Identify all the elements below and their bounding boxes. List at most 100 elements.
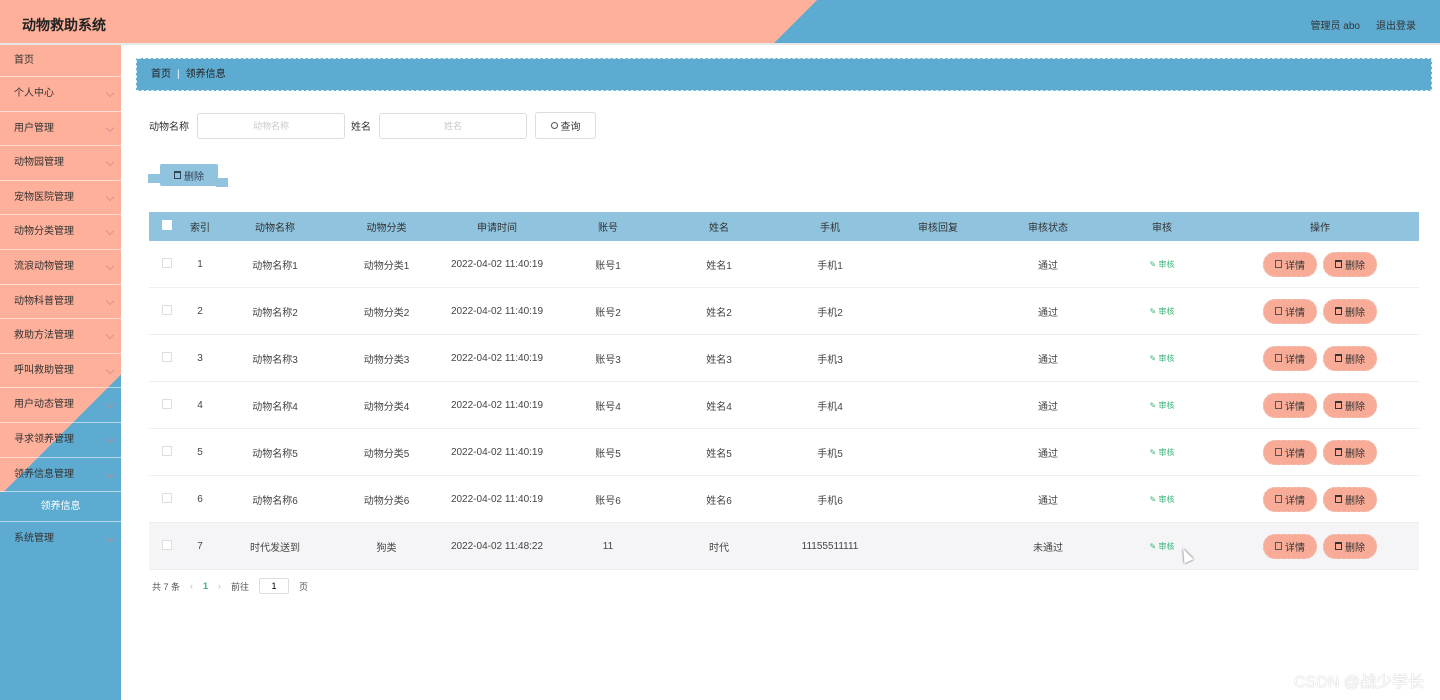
sidebar-item[interactable]: 首页 — [0, 45, 121, 77]
delete-button[interactable]: 删除 — [1323, 392, 1377, 418]
sidebar-item-label: 用户动态管理 — [14, 399, 74, 411]
delete-button[interactable]: 删除 — [1323, 439, 1377, 465]
cell-phone: 11155511111 — [801, 540, 859, 552]
cell-time: 2022-04-02 11:40:19 — [450, 493, 544, 505]
delete-button-label: 删除 — [1345, 401, 1365, 413]
delete-button[interactable]: 删除 — [1323, 251, 1377, 277]
pager-unit: 页 — [299, 581, 309, 592]
delete-button[interactable]: 删除 — [1323, 533, 1377, 559]
audit-link[interactable]: ✎ 审核 — [1150, 495, 1175, 504]
audit-link[interactable]: ✎ 审核 — [1150, 401, 1175, 410]
name-label: 姓名 — [351, 122, 371, 133]
sidebar-item[interactable]: 用户动态管理 — [0, 388, 121, 423]
sidebar-item[interactable]: 个人中心 — [0, 77, 121, 112]
cell-name: 动物名称2 — [252, 307, 298, 319]
sidebar-item-system[interactable]: 系统管理 — [0, 522, 121, 557]
select-all-checkbox[interactable] — [161, 220, 172, 230]
row-checkbox[interactable] — [161, 539, 172, 550]
cell-name: 动物名称4 — [252, 401, 298, 413]
row-checkbox[interactable] — [161, 257, 172, 268]
sidebar-item[interactable]: 领养信息管理 — [0, 458, 121, 493]
audit-link[interactable]: ✎ 审核 — [1150, 260, 1175, 269]
row-checkbox[interactable] — [161, 351, 172, 362]
document-icon — [1275, 542, 1282, 550]
row-checkbox-cell — [149, 445, 184, 459]
sidebar-item[interactable]: 动物园管理 — [0, 146, 121, 181]
row-checkbox[interactable] — [161, 398, 172, 409]
sidebar-item-label: 流浪动物管理 — [14, 260, 74, 272]
column-header: 操作 — [1310, 223, 1330, 234]
detail-button-label: 详情 — [1285, 307, 1305, 319]
sidebar-item[interactable]: 用户管理 — [0, 112, 121, 147]
trash-icon — [1335, 495, 1342, 503]
pager-current-page[interactable]: 1 — [203, 581, 208, 591]
cell-status: 通过 — [1038, 495, 1058, 507]
delete-button[interactable]: 删除 — [1323, 345, 1377, 371]
name-input[interactable] — [379, 112, 527, 139]
row-checkbox-cell — [149, 257, 184, 271]
row-checkbox[interactable] — [161, 304, 172, 315]
trash-icon — [1335, 542, 1342, 550]
detail-button-label: 详情 — [1285, 448, 1305, 460]
row-checkbox-cell — [149, 492, 184, 506]
cell-ops: 详情 删除 — [1221, 251, 1419, 277]
audit-link[interactable]: ✎ 审核 — [1150, 448, 1175, 457]
pager-goto-label: 前往 — [231, 581, 250, 592]
detail-button[interactable]: 详情 — [1263, 486, 1317, 512]
cell-audit: ✎ 审核 — [1103, 306, 1221, 317]
trash-icon — [1335, 401, 1342, 409]
column-header: 姓名 — [709, 223, 729, 234]
pager-goto-input[interactable] — [259, 578, 290, 594]
bulk-delete-button[interactable]: 删除 — [148, 164, 228, 187]
trash-icon — [1335, 260, 1342, 268]
cell-ops: 详情 删除 — [1221, 439, 1419, 465]
watermark: CSDN @战少学长 — [1293, 674, 1424, 691]
detail-button[interactable]: 详情 — [1263, 439, 1317, 465]
column-header: 审核 — [1152, 223, 1172, 234]
audit-link-label: 审核 — [1158, 541, 1175, 551]
detail-button-label: 详情 — [1285, 260, 1305, 272]
detail-button[interactable]: 详情 — [1263, 533, 1317, 559]
audit-link[interactable]: ✎ 审核 — [1150, 542, 1175, 551]
column-header: 账号 — [598, 223, 618, 234]
chevron-down-icon — [105, 469, 115, 478]
delete-button[interactable]: 删除 — [1323, 298, 1377, 324]
sidebar-item-label: 个人中心 — [14, 88, 54, 99]
breadcrumb-home[interactable]: 首页 — [151, 69, 171, 80]
cell-audit: ✎ 审核 — [1103, 447, 1221, 458]
audit-link-label: 审核 — [1158, 353, 1175, 363]
audit-link[interactable]: ✎ 审核 — [1150, 354, 1175, 363]
column-header: 审核回复 — [918, 223, 958, 234]
sidebar-item[interactable]: 呼叫救助管理 — [0, 354, 121, 389]
animal-name-input[interactable] — [197, 112, 345, 139]
pager-next[interactable]: › — [218, 581, 221, 591]
row-checkbox[interactable] — [161, 492, 172, 503]
query-button[interactable]: 查询 — [535, 112, 596, 139]
cell-audit: ✎ 审核 — [1103, 353, 1221, 364]
sidebar-item[interactable]: 救助方法管理 — [0, 319, 121, 354]
audit-link[interactable]: ✎ 审核 — [1150, 307, 1175, 316]
detail-button[interactable]: 详情 — [1263, 392, 1317, 418]
sidebar-item[interactable]: 寻求领养管理 — [0, 423, 121, 458]
cell-uname: 时代 — [709, 542, 729, 554]
table-row: 3 动物名称3 动物分类3 2022-04-02 11:40:19 账号3 姓名3 手机3 通… — [149, 335, 1419, 382]
column-header: 手机 — [820, 223, 840, 234]
cell-acc: 账号3 — [595, 354, 621, 366]
cell-time: 2022-04-02 11:40:19 — [450, 258, 544, 270]
sidebar-item[interactable]: 动物科普管理 — [0, 285, 121, 320]
sidebar-subitem-active[interactable]: 领养信息 — [0, 492, 121, 523]
animal-name-label: 动物名称 — [149, 122, 189, 133]
document-icon — [1275, 307, 1282, 315]
detail-button[interactable]: 详情 — [1263, 345, 1317, 371]
logout-link[interactable]: 退出登录 — [1376, 17, 1416, 32]
sidebar-item[interactable]: 宠物医院管理 — [0, 181, 121, 216]
detail-button[interactable]: 详情 — [1263, 251, 1317, 277]
delete-button[interactable]: 删除 — [1323, 486, 1377, 512]
sidebar-item[interactable]: 流浪动物管理 — [0, 250, 121, 285]
breadcrumb-current: 领养信息 — [185, 69, 226, 80]
row-checkbox[interactable] — [161, 445, 172, 456]
sidebar-item-label: 用户管理 — [14, 122, 54, 134]
detail-button[interactable]: 详情 — [1263, 298, 1317, 324]
sidebar-item[interactable]: 动物分类管理 — [0, 215, 121, 250]
pager-prev[interactable]: ‹ — [190, 581, 193, 591]
